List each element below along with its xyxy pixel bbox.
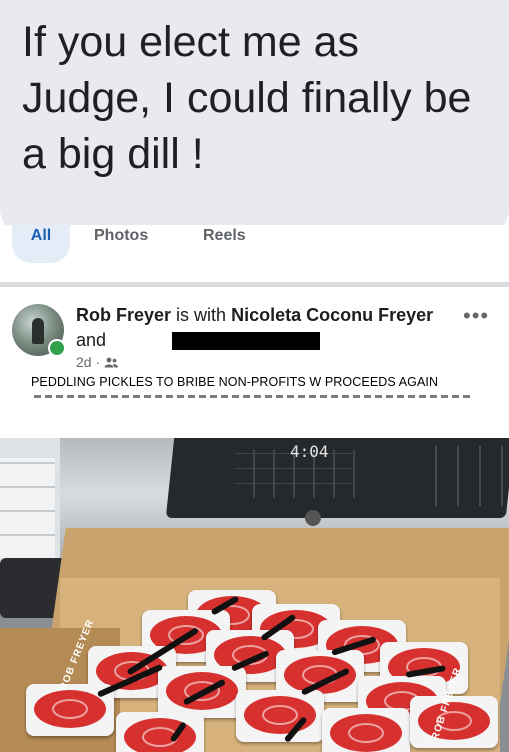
post-caption: PEDDLING PICKLES TO BRIBE NON-PROFITS W …	[31, 375, 439, 389]
online-status-dot	[48, 339, 66, 357]
friends-icon	[104, 357, 118, 368]
redaction-bar	[172, 332, 320, 350]
cup-lid	[330, 714, 402, 752]
with-text: is with	[176, 305, 227, 325]
message-bubble: If you elect me as Judge, I could finall…	[0, 0, 509, 235]
author-name[interactable]: Rob Freyer	[76, 305, 171, 325]
post-header: Rob Freyer is with Nicoleta Coconu Freye…	[0, 287, 509, 402]
tagged-user[interactable]: Nicoleta Coconu Freyer	[231, 305, 433, 325]
cup-lid	[418, 702, 490, 740]
tab-all[interactable]: All	[12, 225, 70, 263]
pickle-cup	[322, 708, 410, 752]
cup-lid	[34, 690, 106, 728]
more-options-button[interactable]: •••	[463, 303, 489, 329]
message-text: If you elect me as Judge, I could finall…	[22, 18, 472, 178]
caption-cut-line	[34, 395, 474, 398]
cup-lid	[244, 696, 316, 734]
stove-logo	[305, 510, 321, 526]
wall-tiles	[0, 458, 55, 558]
post-meta: 2d ·	[76, 354, 118, 370]
stove-display: 4:04	[290, 442, 329, 461]
pickle-cup	[410, 696, 498, 748]
meta-separator: ·	[95, 354, 105, 370]
tab-photos[interactable]: Photos	[94, 225, 148, 261]
pickle-cup	[236, 690, 324, 742]
stove-numpad	[415, 446, 505, 506]
and-text: and	[76, 330, 107, 350]
pickle-cup	[116, 712, 204, 752]
avatar-figure	[32, 318, 44, 344]
tab-reels[interactable]: Reels	[203, 225, 246, 261]
filter-tabs: All Photos Reels	[0, 225, 509, 263]
post-photo[interactable]: 4:04 ROB FREYER ROB FREYER	[0, 438, 509, 752]
post-time[interactable]: 2d	[76, 354, 92, 370]
